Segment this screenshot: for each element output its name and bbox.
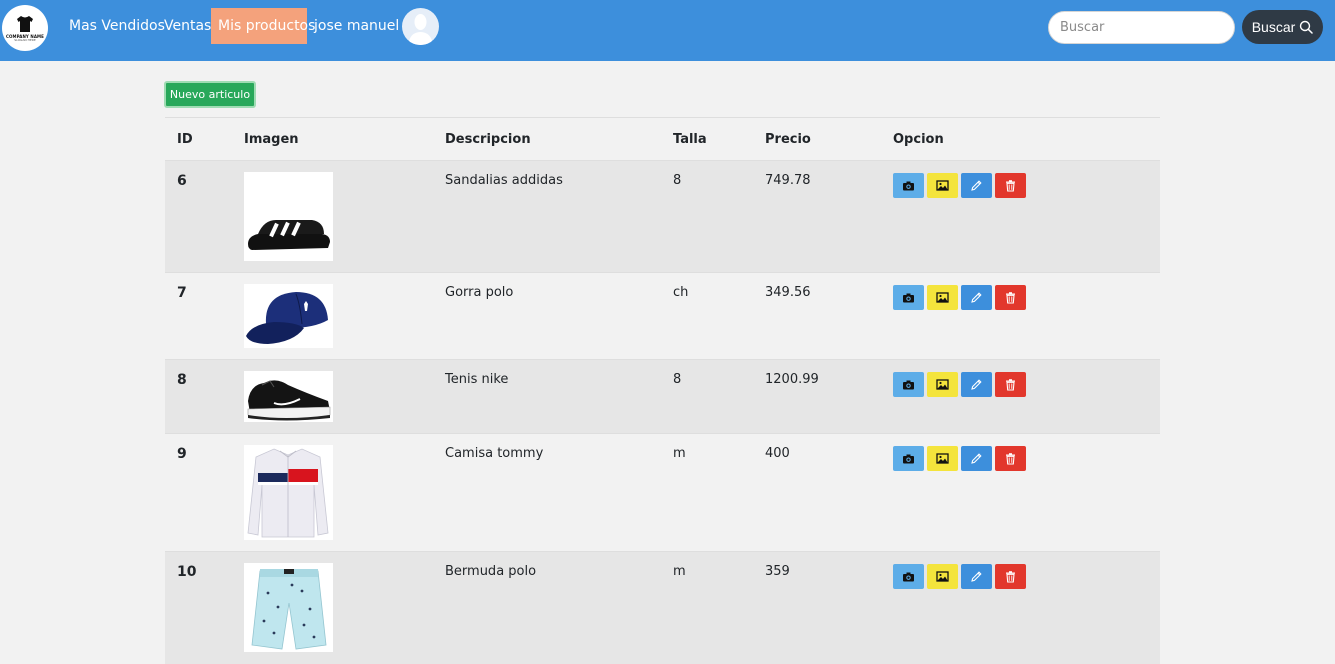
image-icon bbox=[936, 571, 949, 582]
trash-icon bbox=[1006, 453, 1015, 465]
pencil-icon bbox=[971, 571, 982, 582]
shirt-logo-icon bbox=[17, 15, 33, 32]
search-input[interactable] bbox=[1048, 11, 1235, 44]
image-icon bbox=[936, 379, 949, 390]
row-actions bbox=[893, 372, 1148, 397]
row-actions bbox=[893, 446, 1148, 471]
camera-button[interactable] bbox=[893, 564, 924, 589]
image-button[interactable] bbox=[927, 372, 958, 397]
user-silhouette-icon bbox=[408, 14, 433, 45]
product-id: 9 bbox=[165, 433, 232, 552]
edit-button[interactable] bbox=[961, 446, 992, 471]
edit-button[interactable] bbox=[961, 173, 992, 198]
search-button-label: Buscar bbox=[1251, 19, 1296, 35]
table-row: 8 Tenis nike 8 1200.99 bbox=[165, 359, 1160, 434]
nav-mis-productos[interactable]: Mis productos bbox=[211, 8, 315, 44]
pencil-icon bbox=[971, 292, 982, 303]
company-tagline: SLOGAN HERE bbox=[14, 37, 36, 42]
product-price: 749.78 bbox=[753, 160, 881, 273]
trash-icon bbox=[1006, 180, 1015, 192]
delete-button[interactable] bbox=[995, 564, 1026, 589]
image-icon bbox=[936, 292, 949, 303]
user-avatar[interactable] bbox=[402, 8, 439, 45]
image-icon bbox=[936, 453, 949, 464]
delete-button[interactable] bbox=[995, 446, 1026, 471]
row-actions bbox=[893, 285, 1148, 310]
product-description: Camisa tommy bbox=[433, 433, 661, 552]
shirt-image bbox=[244, 445, 333, 540]
user-name: jose manuel bbox=[314, 18, 400, 34]
product-description: Sandalias addidas bbox=[433, 160, 661, 273]
navbar: COMPANY NAME SLOGAN HERE Mas Vendidos Ve… bbox=[0, 0, 1335, 61]
column-header-price: Precio bbox=[753, 117, 881, 161]
pencil-icon bbox=[971, 379, 982, 390]
cap-image bbox=[244, 284, 333, 348]
row-actions bbox=[893, 173, 1148, 198]
product-size: ch bbox=[661, 272, 753, 360]
pencil-icon bbox=[971, 453, 982, 464]
product-price: 1200.99 bbox=[753, 359, 881, 434]
search-button[interactable]: Buscar bbox=[1242, 10, 1323, 44]
product-size: 8 bbox=[661, 359, 753, 434]
product-price: 359 bbox=[753, 551, 881, 664]
image-button[interactable] bbox=[927, 446, 958, 471]
column-header-image: Imagen bbox=[232, 117, 433, 161]
product-id: 8 bbox=[165, 359, 232, 434]
product-description: Tenis nike bbox=[433, 359, 661, 434]
sneaker-image bbox=[244, 371, 333, 422]
product-description: Bermuda polo bbox=[433, 551, 661, 664]
new-article-button[interactable]: Nuevo articulo bbox=[164, 81, 256, 108]
product-size: m bbox=[661, 433, 753, 552]
table-row: 6 Sandalias addidas 8 749.78 bbox=[165, 160, 1160, 273]
trash-icon bbox=[1006, 571, 1015, 583]
delete-button[interactable] bbox=[995, 372, 1026, 397]
image-button[interactable] bbox=[927, 564, 958, 589]
product-id: 10 bbox=[165, 551, 232, 664]
edit-button[interactable] bbox=[961, 372, 992, 397]
product-id: 7 bbox=[165, 272, 232, 360]
image-icon bbox=[936, 180, 949, 191]
image-button[interactable] bbox=[927, 285, 958, 310]
product-size: 8 bbox=[661, 160, 753, 273]
edit-button[interactable] bbox=[961, 285, 992, 310]
shorts-image bbox=[244, 563, 333, 652]
sandal-image bbox=[244, 172, 333, 261]
product-price: 349.56 bbox=[753, 272, 881, 360]
column-header-id: ID bbox=[165, 117, 232, 161]
edit-button[interactable] bbox=[961, 564, 992, 589]
image-button[interactable] bbox=[927, 173, 958, 198]
search-icon bbox=[1300, 20, 1314, 34]
table-row: 7 Gorra polo ch 349.56 bbox=[165, 272, 1160, 360]
trash-icon bbox=[1006, 292, 1015, 304]
product-id: 6 bbox=[165, 160, 232, 273]
column-header-description: Descripcion bbox=[433, 117, 661, 161]
camera-button[interactable] bbox=[893, 173, 924, 198]
table-header-row: ID Imagen Descripcion Talla Precio Opcio… bbox=[165, 117, 1160, 161]
trash-icon bbox=[1006, 379, 1015, 391]
product-size: m bbox=[661, 551, 753, 664]
camera-icon bbox=[903, 454, 914, 464]
products-table: ID Imagen Descripcion Talla Precio Opcio… bbox=[165, 117, 1160, 664]
nav-ventas[interactable]: Ventas bbox=[157, 8, 218, 44]
column-header-options: Opcion bbox=[881, 117, 1160, 161]
camera-button[interactable] bbox=[893, 372, 924, 397]
delete-button[interactable] bbox=[995, 173, 1026, 198]
table-row: 9 Camisa tommy m 400 bbox=[165, 433, 1160, 552]
camera-button[interactable] bbox=[893, 446, 924, 471]
nav-mas-vendidos[interactable]: Mas Vendidos bbox=[62, 8, 172, 44]
camera-icon bbox=[903, 572, 914, 582]
table-row: 10 Bermuda polo m 359 bbox=[165, 551, 1160, 664]
product-description: Gorra polo bbox=[433, 272, 661, 360]
product-price: 400 bbox=[753, 433, 881, 552]
column-header-size: Talla bbox=[661, 117, 753, 161]
row-actions bbox=[893, 564, 1148, 589]
company-logo[interactable]: COMPANY NAME SLOGAN HERE bbox=[2, 5, 48, 51]
delete-button[interactable] bbox=[995, 285, 1026, 310]
camera-icon bbox=[903, 380, 914, 390]
pencil-icon bbox=[971, 180, 982, 191]
camera-button[interactable] bbox=[893, 285, 924, 310]
camera-icon bbox=[903, 293, 914, 303]
camera-icon bbox=[903, 181, 914, 191]
